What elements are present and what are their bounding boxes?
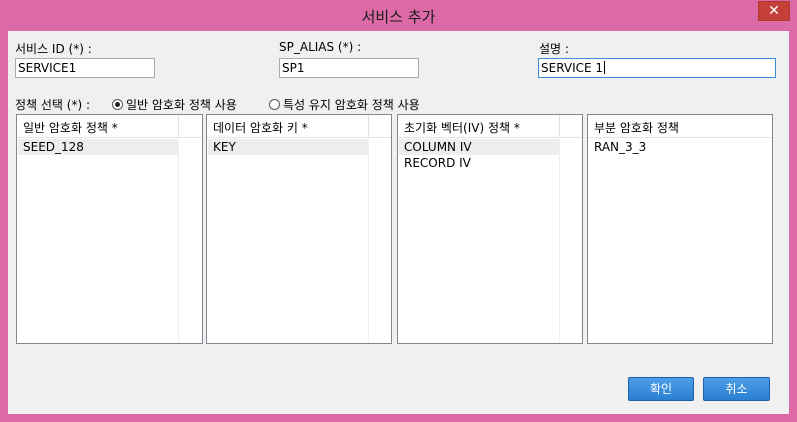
list-header-text: 일반 암호화 정책 * [23, 121, 118, 135]
list-item[interactable]: RAN_3_3 [589, 139, 749, 155]
list-header-text: 데이터 암호화 키 * [213, 121, 308, 135]
sp-alias-value: SP1 [282, 61, 305, 75]
column-line [559, 137, 560, 343]
dialog-body: 서비스 ID (*) : SP_ALIAS (*) : 설명 : SERVICE… [8, 31, 789, 414]
radio-general-label: 일반 암호화 정책 사용 [126, 98, 237, 112]
list-header: 부분 암호화 정책 [588, 115, 772, 138]
service-id-value: SERVICE1 [18, 61, 77, 75]
list-item[interactable]: SEED_128 [18, 139, 178, 155]
title-bar[interactable]: 서비스 추가 ✕ [0, 0, 797, 31]
column-separator [368, 115, 369, 137]
general-encryption-policy-list[interactable]: 일반 암호화 정책 * SEED_128 [16, 114, 203, 344]
radio-format-preserving-label: 특성 유지 암호화 정책 사용 [283, 98, 420, 112]
list-item[interactable]: RECORD IV [399, 155, 559, 171]
column-separator [178, 115, 179, 137]
radio-checked-icon [112, 99, 123, 110]
dialog-window: 서비스 추가 ✕ 서비스 ID (*) : SP_ALIAS (*) : 설명 … [0, 0, 797, 422]
column-line [178, 137, 179, 343]
list-header: 초기화 벡터(IV) 정책 * [398, 115, 582, 138]
text-caret [604, 61, 606, 74]
description-input[interactable]: SERVICE 1 [538, 58, 776, 78]
list-item[interactable]: COLUMN IV [399, 139, 559, 155]
column-separator [559, 115, 560, 137]
close-button[interactable]: ✕ [758, 1, 790, 21]
radio-general-policy[interactable]: 일반 암호화 정책 사용 [112, 96, 237, 113]
data-encryption-key-list[interactable]: 데이터 암호화 키 * KEY [206, 114, 392, 344]
partial-encryption-policy-list[interactable]: 부분 암호화 정책 RAN_3_3 [587, 114, 773, 344]
confirm-button[interactable]: 확인 [628, 377, 694, 401]
service-id-input[interactable]: SERVICE1 [15, 58, 155, 78]
window-title: 서비스 추가 [361, 8, 436, 26]
close-icon: ✕ [768, 3, 780, 19]
description-value: SERVICE 1 [541, 61, 604, 75]
list-item[interactable]: KEY [208, 139, 368, 155]
list-header: 일반 암호화 정책 * [17, 115, 202, 138]
initialization-vector-policy-list[interactable]: 초기화 벡터(IV) 정책 * COLUMN IV RECORD IV [397, 114, 583, 344]
cancel-button[interactable]: 취소 [703, 377, 770, 401]
list-header-text: 초기화 벡터(IV) 정책 * [404, 121, 520, 135]
list-header: 데이터 암호화 키 * [207, 115, 391, 138]
description-label: 설명 : [539, 42, 569, 56]
list-header-text: 부분 암호화 정책 [594, 121, 679, 135]
radio-unchecked-icon [269, 99, 280, 110]
sp-alias-input[interactable]: SP1 [279, 58, 419, 78]
radio-format-preserving-policy[interactable]: 특성 유지 암호화 정책 사용 [269, 96, 420, 113]
policy-select-label: 정책 선택 (*) : [15, 98, 91, 112]
sp-alias-label: SP_ALIAS (*) : [279, 40, 362, 54]
column-line [368, 137, 369, 343]
service-id-label: 서비스 ID (*) : [15, 42, 92, 56]
